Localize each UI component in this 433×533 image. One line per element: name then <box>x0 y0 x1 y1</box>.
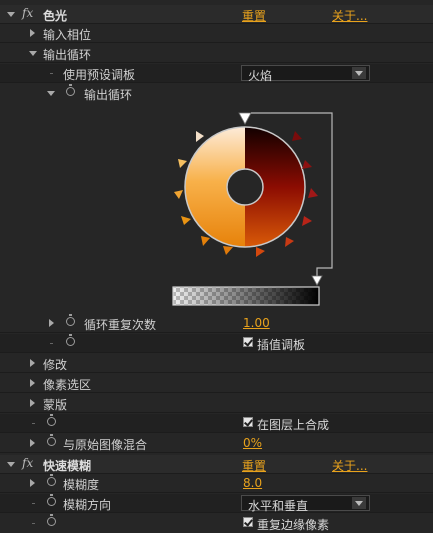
stopwatch-icon[interactable] <box>66 84 75 96</box>
color-wheel[interactable] <box>184 126 306 248</box>
wheel-marker-handle[interactable] <box>238 112 252 125</box>
group-input-phase[interactable]: 输入相位 <box>0 24 433 43</box>
group-label: 蒙版 <box>43 398 68 412</box>
fx-icon[interactable]: fx <box>22 456 33 470</box>
about-button[interactable]: 关于... <box>332 457 367 474</box>
blur-dimensions-dropdown[interactable]: 水平和垂直 <box>241 495 370 513</box>
property-composite-on-layer: 在图层上合成 <box>0 414 433 433</box>
disclosure-triangle-icon[interactable] <box>7 462 15 467</box>
group-label: 修改 <box>43 358 68 372</box>
stopwatch-icon[interactable] <box>66 334 75 346</box>
dropdown-value: 火焰 <box>248 69 273 83</box>
property-label: 输出循环 <box>84 88 133 102</box>
disclosure-triangle-icon[interactable] <box>30 439 35 447</box>
reset-button[interactable]: 重置 <box>242 457 266 474</box>
effect-name: 色光 <box>43 9 68 23</box>
disclosure-triangle-icon[interactable] <box>30 399 35 407</box>
preset-palette-dropdown[interactable]: 火焰 <box>241 65 370 83</box>
property-blurriness: 模糊度 8.0 <box>0 474 433 493</box>
blend-with-original-value[interactable]: 0% <box>243 436 262 450</box>
stopwatch-icon[interactable] <box>47 414 56 426</box>
color-wheel-svg <box>172 112 333 306</box>
dropdown-value: 水平和垂直 <box>248 499 309 513</box>
tree-dot <box>50 73 53 74</box>
disclosure-triangle-icon[interactable] <box>7 12 15 17</box>
disclosure-triangle-icon[interactable] <box>47 91 55 96</box>
effect-header-fast-blur[interactable]: fx 快速模糊 重置 关于... <box>0 455 433 474</box>
stopwatch-icon[interactable] <box>47 514 56 526</box>
property-blur-dimensions: 模糊方向 水平和垂直 <box>0 494 433 513</box>
checkbox-label: 在图层上合成 <box>257 418 330 432</box>
group-masking[interactable]: 蒙版 <box>0 394 433 413</box>
group-label: 像素选区 <box>43 378 92 392</box>
property-label: 模糊方向 <box>63 498 112 512</box>
effect-header-colorama[interactable]: fx 色光 重置 关于... <box>0 5 433 24</box>
cycle-repetitions-value[interactable]: 1.00 <box>243 316 270 330</box>
stopwatch-icon[interactable] <box>47 474 56 486</box>
disclosure-triangle-icon[interactable] <box>30 379 35 387</box>
property-label: 与原始图像混合 <box>63 438 148 452</box>
effect-controls-panel: fx 色光 重置 关于... 输入相位 输出循环 使用预设调板 火焰 输出循环 <box>0 0 433 533</box>
tree-dot <box>32 523 35 524</box>
property-label: 模糊度 <box>63 478 100 492</box>
property-output-cycle: 输出循环 <box>0 84 433 103</box>
disclosure-triangle-icon[interactable] <box>29 51 37 56</box>
about-button[interactable]: 关于... <box>332 7 367 24</box>
fx-icon[interactable]: fx <box>22 6 33 20</box>
reset-button[interactable]: 重置 <box>242 7 266 24</box>
interpolate-palette-checkbox[interactable] <box>243 337 253 347</box>
stopwatch-icon[interactable] <box>47 434 56 446</box>
blurriness-value[interactable]: 8.0 <box>243 476 262 490</box>
stopwatch-icon[interactable] <box>47 494 56 506</box>
group-output-cycle[interactable]: 输出循环 <box>0 44 433 63</box>
property-interpolate-palette: 插值调板 <box>0 334 433 353</box>
property-label: 循环重复次数 <box>84 318 157 332</box>
property-blend-with-original: 与原始图像混合 0% <box>0 434 433 453</box>
effect-name: 快速模糊 <box>43 459 92 473</box>
tree-dot <box>50 343 53 344</box>
group-label: 输出循环 <box>43 48 92 62</box>
disclosure-triangle-icon[interactable] <box>30 359 35 367</box>
palette-gradient-bar[interactable] <box>172 286 320 306</box>
repeat-edge-pixels-checkbox[interactable] <box>243 517 253 527</box>
gradient-marker-handle[interactable] <box>311 275 323 286</box>
property-repeat-edge-pixels: 重复边缘像素 <box>0 514 433 533</box>
chevron-down-icon <box>352 67 366 79</box>
composite-on-layer-checkbox[interactable] <box>243 417 253 427</box>
property-use-preset-palette: 使用预设调板 火焰 <box>0 64 433 83</box>
chevron-down-icon <box>352 497 366 509</box>
disclosure-triangle-icon[interactable] <box>30 29 35 37</box>
disclosure-triangle-icon[interactable] <box>30 479 35 487</box>
checkbox-label: 插值调板 <box>257 338 306 352</box>
group-pixel-selection[interactable]: 像素选区 <box>0 374 433 393</box>
property-label: 使用预设调板 <box>63 68 136 82</box>
stopwatch-icon[interactable] <box>66 314 75 326</box>
property-cycle-repetitions: 循环重复次数 1.00 <box>0 314 433 333</box>
disclosure-triangle-icon[interactable] <box>49 319 54 327</box>
output-cycle-wheel-area <box>0 104 433 312</box>
tree-dot <box>32 503 35 504</box>
group-label: 输入相位 <box>43 28 92 42</box>
tree-dot <box>32 423 35 424</box>
checkbox-label: 重复边缘像素 <box>257 518 330 532</box>
group-modify[interactable]: 修改 <box>0 354 433 373</box>
